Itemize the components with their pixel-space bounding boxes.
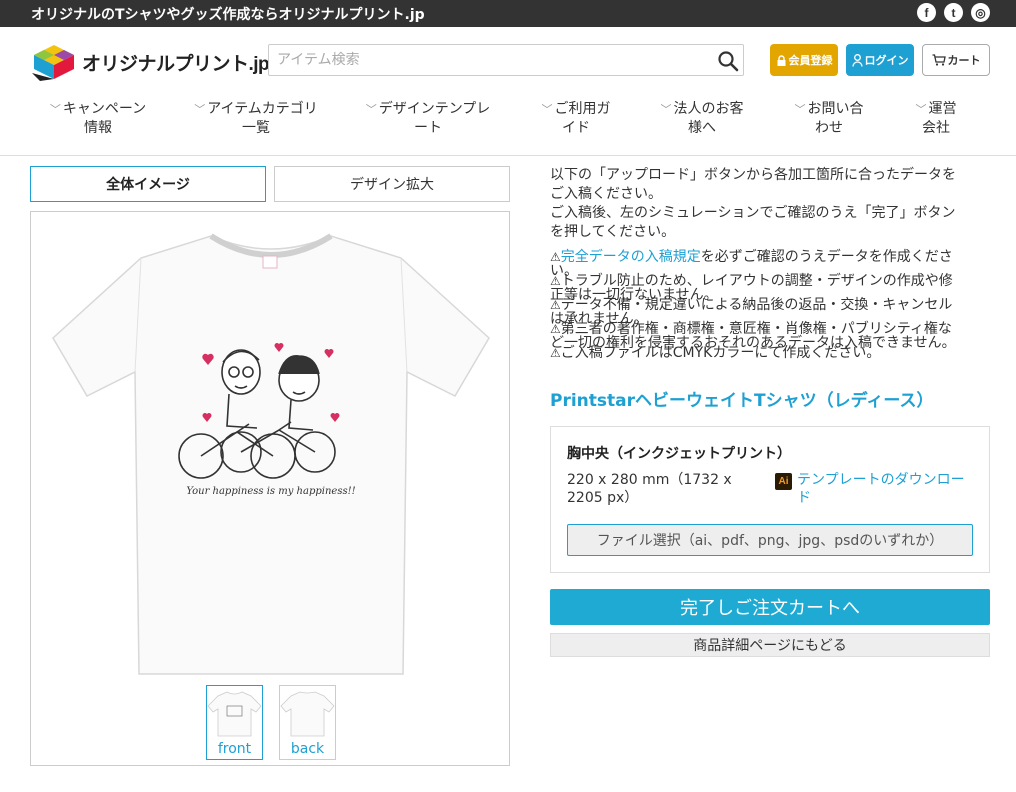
chevron-down-icon: ﹀	[541, 103, 553, 116]
chevron-down-icon: ﹀	[794, 103, 806, 116]
user-icon	[851, 53, 863, 67]
tshirt-image: Your happiness is my happiness!!	[52, 233, 490, 675]
product-title: PrintstarヘビーウェイトTシャツ（レディース）	[550, 391, 934, 411]
warning-icon: ⚠	[550, 274, 561, 288]
illustrator-icon: Ai	[775, 473, 792, 490]
design-caption: Your happiness is my happiness!!	[186, 486, 355, 497]
warning-icon: ⚠	[550, 250, 561, 264]
tab-design-zoom[interactable]: デザイン拡大	[274, 166, 510, 202]
cart-button[interactable]: カート	[922, 44, 990, 76]
nav-divider	[0, 155, 1016, 156]
nav-item-guide[interactable]: ﹀ ご利用ガ イド	[534, 100, 618, 138]
search-box	[268, 44, 744, 76]
top-bar: オリジナルのTシャツやグッズ作成ならオリジナルプリント.jp f t ◎	[0, 0, 1016, 27]
chevron-down-icon: ﹀	[365, 103, 377, 116]
instagram-icon[interactable]: ◎	[971, 3, 990, 22]
thumbnail-back-label: back	[290, 741, 325, 757]
print-area-box: 胸中央（インクジェットプリント） 220 x 280 mm（1732 x 220…	[550, 426, 990, 573]
social-links: f t ◎	[917, 3, 990, 22]
shirt-preview: Your happiness is my happiness!! front b…	[30, 211, 510, 766]
nav-item-corporate[interactable]: ﹀ 法人のお客 様へ	[654, 100, 750, 138]
warning-icon: ⚠	[550, 322, 561, 336]
nav-item-categories[interactable]: ﹀ アイテムカテゴリ 一覧	[186, 100, 326, 138]
note-cmyk: ⚠ご入稿ファイルはCMYKカラーにて作成ください。	[550, 345, 881, 361]
complete-order-button[interactable]: 完了しご注文カートへ	[550, 589, 990, 625]
chevron-down-icon: ﹀	[49, 103, 61, 116]
thumbnail-front-image	[207, 691, 262, 737]
chevron-down-icon: ﹀	[915, 103, 927, 116]
warning-icon: ⚠	[550, 346, 561, 360]
nav-item-company[interactable]: ﹀ 運営 会社	[910, 100, 962, 138]
thumbnail-front[interactable]: front	[206, 685, 263, 760]
chevron-down-icon: ﹀	[660, 103, 672, 116]
file-select-button[interactable]: ファイル選択（ai、pdf、png、jpg、psdのいずれか）	[567, 524, 973, 556]
lock-icon	[777, 54, 785, 66]
nav-item-contact[interactable]: ﹀ お問い合 わせ	[788, 100, 870, 138]
tab-full-image[interactable]: 全体イメージ	[30, 166, 266, 202]
template-download-link[interactable]: テンプレートのダウンロード	[797, 471, 977, 507]
search-input[interactable]	[269, 45, 699, 75]
cart-label: カート	[947, 54, 981, 67]
nav-item-templates[interactable]: ﹀ デザインテンプレ ート	[358, 100, 498, 138]
register-button[interactable]: 会員登録	[770, 44, 838, 76]
logo-cube-icon	[32, 45, 74, 81]
data-rules-link[interactable]: 完全データの入稿規定	[561, 249, 701, 265]
thumbnail-front-label: front	[217, 741, 252, 757]
register-label: 会員登録	[788, 54, 833, 67]
facebook-icon[interactable]: f	[917, 3, 936, 22]
login-button[interactable]: ログイン	[846, 44, 914, 76]
site-logo[interactable]: オリジナルプリント.jp	[30, 43, 270, 81]
cart-icon	[932, 54, 946, 66]
print-area-name: 胸中央（インクジェットプリント）	[567, 446, 791, 462]
nav-item-campaign[interactable]: ﹀ キャンペーン 情報	[42, 100, 154, 138]
thumbnail-back-image	[280, 691, 335, 737]
back-to-product-button[interactable]: 商品詳細ページにもどる	[550, 633, 990, 657]
print-area-size: 220 x 280 mm（1732 x 2205 px）	[567, 472, 732, 506]
thumbnail-back[interactable]: back	[279, 685, 336, 760]
logo-text: オリジナルプリント.jp	[82, 53, 270, 75]
main-nav: ﹀ キャンペーン 情報 ﹀ アイテムカテゴリ 一覧 ﹀ デザインテンプレ ート ﹀ ご利…	[0, 100, 1016, 154]
search-icon[interactable]	[717, 50, 739, 72]
warning-icon: ⚠	[550, 298, 561, 312]
upload-instructions: 以下の「アップロード」ボタンから各加工箇所に合ったデータを ご入稿ください。 ご…	[550, 167, 956, 240]
site-tagline: オリジナルのTシャツやグッズ作成ならオリジナルプリント.jp	[31, 7, 425, 23]
login-label: ログイン	[864, 54, 909, 67]
twitter-icon[interactable]: t	[944, 3, 963, 22]
chevron-down-icon: ﹀	[194, 103, 206, 116]
